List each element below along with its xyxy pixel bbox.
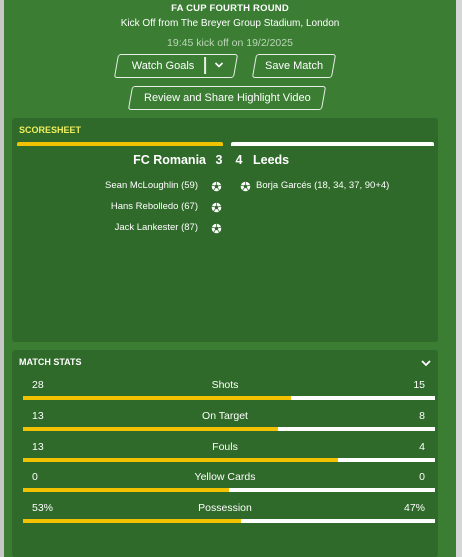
stat-label: On Target: [202, 410, 248, 422]
stat-away-value: 15: [413, 379, 425, 391]
home-scorer[interactable]: Sean McLoughlin (59): [105, 180, 198, 191]
scoresheet-card: SCORESHEET FC Romania 3 4 Leeds Sean McL…: [12, 118, 438, 342]
save-match-label: Save Match: [264, 60, 324, 72]
stat-label: Shots: [211, 379, 239, 391]
away-scorer[interactable]: Borja Garcés (18, 34, 37, 90+4): [256, 180, 389, 191]
window-edge: [456, 0, 462, 557]
stat-bar: [23, 427, 435, 431]
stat-away-value: 4: [419, 441, 425, 453]
football-icon: [211, 202, 222, 213]
stat-bar-home-fill: [23, 396, 292, 400]
football-icon: [211, 181, 222, 192]
competition-title: FA CUP FOURTH ROUND: [171, 3, 289, 14]
chevron-down-icon[interactable]: [420, 358, 432, 368]
stat-away-value: 8: [419, 410, 425, 422]
scoresheet-label: SCORESHEET: [19, 125, 82, 135]
match-stats-card: MATCH STATS 28 Shots 15 13 On Target 8 1…: [12, 350, 438, 557]
watch-goals-label: Watch Goals: [131, 60, 195, 72]
stat-bar: [23, 488, 435, 492]
home-scorer[interactable]: Hans Rebolledo (67): [111, 201, 198, 212]
match-stats-label: MATCH STATS: [19, 357, 82, 367]
kickoff-time: 19:45 kick off on 19/2/2025: [167, 37, 293, 49]
stat-label: Possession: [198, 502, 252, 514]
review-share-label: Review and Share Highlight Video: [143, 92, 311, 104]
review-share-button[interactable]: Review and Share Highlight Video: [127, 86, 327, 110]
stat-bar: [23, 396, 435, 400]
watch-goals-button[interactable]: Watch Goals: [113, 54, 239, 78]
stat-bar-home-fill: [23, 488, 229, 492]
stat-bar-home-fill: [23, 458, 339, 462]
football-icon: [240, 181, 251, 192]
watch-goals-dropdown[interactable]: [206, 56, 232, 76]
stat-bar: [23, 458, 435, 462]
stat-away-value: 0: [419, 471, 425, 483]
venue-text: Kick Off from The Breyer Group Stadium, …: [120, 18, 340, 29]
football-icon: [211, 223, 222, 234]
away-team-name[interactable]: Leeds: [253, 153, 289, 167]
away-score: 4: [235, 153, 243, 167]
stat-label: Fouls: [212, 441, 238, 453]
home-score: 3: [215, 153, 223, 167]
match-panel: FA CUP FOURTH ROUND Kick Off from The Br…: [4, 0, 456, 557]
stat-label: Yellow Cards: [194, 471, 256, 483]
home-scorer[interactable]: Jack Lankester (87): [115, 222, 198, 233]
save-match-button[interactable]: Save Match: [251, 54, 337, 78]
stat-bar: [23, 519, 435, 523]
stat-bar-home-fill: [23, 519, 242, 523]
stat-bar-home-fill: [23, 427, 279, 431]
chevron-down-icon: [214, 62, 224, 68]
stat-away-value: 47%: [403, 502, 425, 514]
away-team-color-bar: [231, 142, 434, 146]
home-team-name[interactable]: FC Romania: [72, 153, 206, 167]
home-team-color-bar: [17, 142, 223, 146]
